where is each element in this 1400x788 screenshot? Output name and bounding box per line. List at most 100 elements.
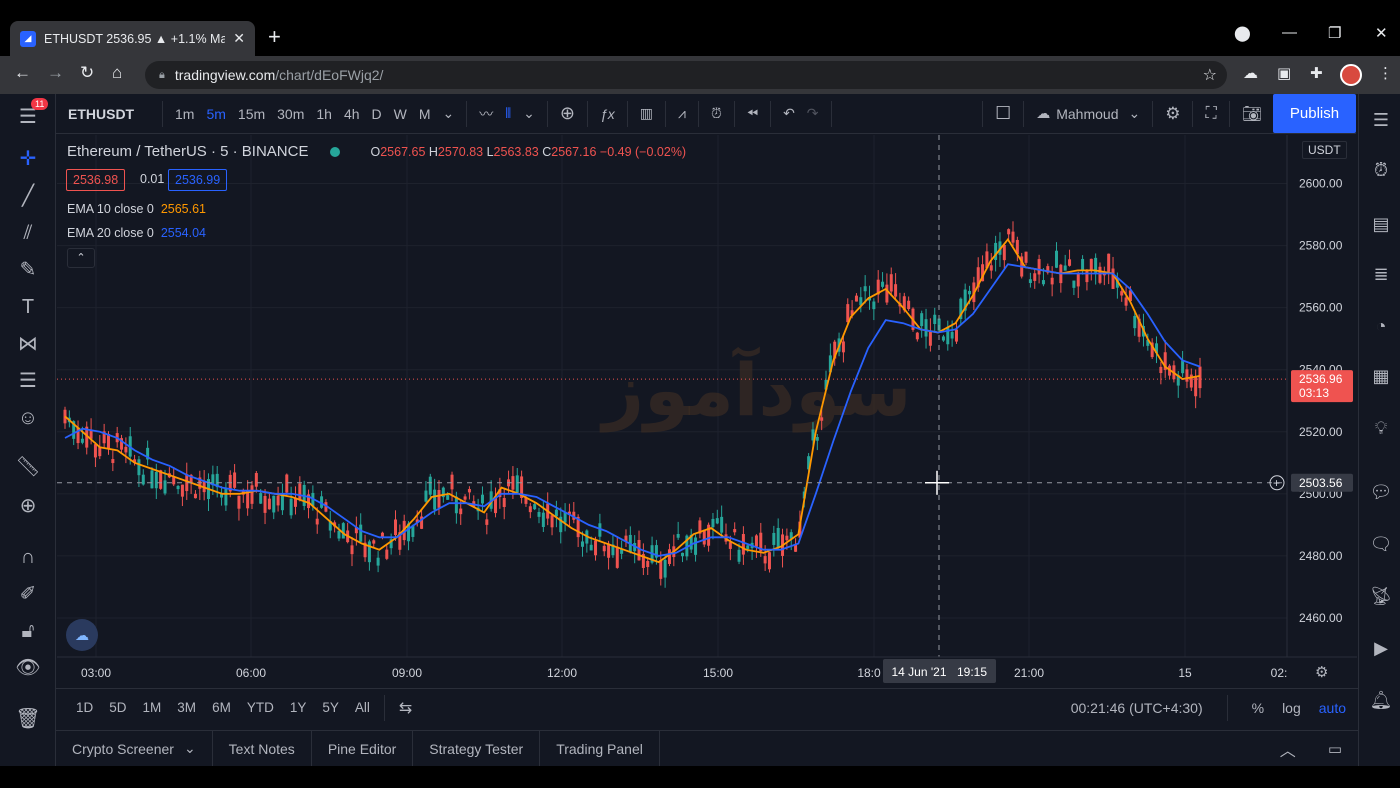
reload-icon[interactable]: ↻	[80, 63, 94, 83]
restore-icon[interactable]: ❐	[1328, 24, 1341, 42]
go-to-date-icon[interactable]: ⇆	[391, 698, 420, 718]
close-tab-icon[interactable]: ✕	[233, 30, 245, 47]
economic-calendar-icon[interactable]: ▦	[1369, 364, 1393, 388]
layout-select-icon[interactable]: ☐	[989, 94, 1017, 134]
percent-scale-toggle[interactable]: %	[1252, 700, 1264, 716]
minimize-icon[interactable]: —	[1282, 24, 1297, 41]
text-tool-icon[interactable]: T	[14, 294, 42, 320]
alerts-clock-icon[interactable]: ⏰︎	[1369, 158, 1393, 182]
ruler-icon[interactable]: 📏︎	[14, 454, 42, 480]
undo-icon[interactable]: ↶	[777, 94, 801, 134]
streams-icon[interactable]: 📡︎	[1369, 584, 1393, 608]
notifications-bell-icon[interactable]: 🔔︎	[1369, 688, 1393, 712]
log-scale-toggle[interactable]: log	[1282, 700, 1301, 716]
indicator-ema20[interactable]: EMA 20 close 0 2554.04	[67, 226, 206, 240]
range-5d[interactable]: 5D	[101, 700, 134, 715]
auto-scale-toggle[interactable]: auto	[1319, 700, 1346, 716]
range-1m[interactable]: 1M	[135, 700, 170, 715]
publish-button[interactable]: Publish	[1273, 94, 1356, 133]
close-window-icon[interactable]: ✕	[1375, 24, 1388, 42]
home-icon[interactable]: ⌂	[112, 63, 122, 83]
brush-icon[interactable]: ✎	[14, 257, 42, 283]
chart-pane[interactable]: سودآموز 2600.00 2580.00 2560.00 2540.00 2520…	[57, 135, 1357, 687]
private-chats-icon[interactable]: 🗨︎	[1369, 532, 1393, 556]
sell-button[interactable]: 2536.98	[66, 169, 126, 191]
extension-box-icon[interactable]: ▣	[1277, 64, 1291, 82]
compare-icon[interactable]: ⊕	[554, 94, 581, 134]
collapse-legend-button[interactable]: ⌃	[67, 248, 95, 268]
candles-chart-type-icon[interactable]: ⫴	[499, 94, 517, 134]
new-tab-icon[interactable]: +	[268, 26, 281, 48]
alert-icon[interactable]: ⏰︎	[705, 94, 728, 134]
interval-1h[interactable]: 1h	[310, 94, 338, 134]
interval-w[interactable]: W	[388, 94, 413, 134]
trend-line-icon[interactable]: ╱	[14, 183, 42, 209]
replay-icon[interactable]: ⏪︎	[741, 94, 764, 134]
interval-d[interactable]: D	[366, 94, 388, 134]
address-bar[interactable]: 🔒︎ tradingview.com/chart/dEoFWjq2/ ☆	[145, 61, 1227, 89]
interval-1m[interactable]: 1m	[169, 94, 200, 134]
candlestick-chart[interactable]: سودآموز 2600.002580.002560.002540.002520…	[57, 135, 1357, 687]
tab-text-notes[interactable]: Text Notes	[213, 730, 312, 767]
interval-m[interactable]: M	[413, 94, 437, 134]
range-1d[interactable]: 1D	[68, 700, 101, 715]
range-5y[interactable]: 5Y	[314, 700, 347, 715]
tab-trading-panel[interactable]: Trading Panel	[540, 730, 660, 767]
fullscreen-icon[interactable]: ⛶	[1199, 94, 1222, 134]
chart-type-dropdown-icon[interactable]: ⌄	[517, 94, 541, 134]
timezone-clock[interactable]: 00:21:46 (UTC+4:30)	[1071, 700, 1203, 716]
tab-crypto-screener[interactable]: Crypto Screener ⌄	[56, 730, 213, 767]
redo-icon[interactable]: ↷	[801, 94, 825, 134]
ideas-lightbulb-icon[interactable]: 💡︎	[1369, 416, 1393, 440]
hotlists-icon[interactable]: ≣	[1369, 262, 1393, 286]
extension-cloud-icon[interactable]: ☁	[1243, 64, 1258, 82]
settings-gear-icon[interactable]: ⚙	[1159, 94, 1186, 134]
tab-strategy-tester[interactable]: Strategy Tester	[413, 730, 541, 767]
tab-pine-editor[interactable]: Pine Editor	[312, 730, 414, 767]
fib-retracement-icon[interactable]: ⫽	[14, 220, 42, 246]
browser-tab[interactable]: ◢ ETHUSDT 2536.95 ▲ +1.1% Mah ✕	[10, 21, 255, 56]
back-icon[interactable]: ←	[14, 63, 31, 83]
lock-drawings-pencil-icon[interactable]: ✐	[14, 581, 42, 607]
range-1y[interactable]: 1Y	[282, 700, 315, 715]
pattern-icon[interactable]: ⋈	[14, 331, 42, 357]
range-all[interactable]: All	[347, 700, 378, 715]
browser-menu-icon[interactable]: ⋮	[1378, 64, 1393, 82]
snapshot-camera-icon[interactable]: 📷︎	[1236, 94, 1268, 134]
tradingview-logo-icon[interactable]: ☁	[66, 619, 98, 651]
currency-label[interactable]: USDT	[1302, 141, 1347, 159]
lock-icon[interactable]: 🔓︎	[14, 618, 42, 644]
crosshair-icon[interactable]: ✛	[14, 146, 42, 172]
bookmark-star-icon[interactable]: ☆	[1203, 65, 1217, 85]
eye-icon[interactable]: 👁︎	[14, 655, 42, 681]
collapse-panel-chevron-up-icon[interactable]: ︿	[1264, 731, 1312, 767]
extensions-puzzle-icon[interactable]: ✚	[1310, 64, 1323, 82]
interval-4h[interactable]: 4h	[338, 94, 366, 134]
maximize-panel-icon[interactable]: ▭	[1312, 731, 1358, 767]
profile-avatar[interactable]	[1340, 64, 1362, 86]
indicators-fx-icon[interactable]: ƒx	[594, 94, 621, 134]
data-window-icon[interactable]: ▤	[1369, 212, 1393, 236]
chats-icon[interactable]: 💬︎	[1369, 480, 1393, 504]
save-layout-button[interactable]: ☁ Mahmoud ⌄	[1030, 94, 1146, 134]
watchlist-icon[interactable]: ☰	[1369, 108, 1393, 132]
symbol-title[interactable]: Ethereum / TetherUS · 5 · BINANCE	[67, 143, 308, 160]
trash-icon[interactable]: 🗑︎	[14, 706, 42, 732]
calendar-pie-icon[interactable]: ◔	[1369, 314, 1393, 338]
line-chart-icon[interactable]: 〰	[473, 94, 499, 134]
symbol-search-button[interactable]: ETHUSDT	[56, 94, 156, 134]
live-stream-icon[interactable]: ▶	[1369, 636, 1393, 660]
templates-icon[interactable]: ⩘	[672, 94, 692, 134]
range-6m[interactable]: 6M	[204, 700, 239, 715]
financials-icon[interactable]: ▥	[634, 94, 659, 134]
profile-download-icon[interactable]: ⬤	[1234, 24, 1251, 42]
range-ytd[interactable]: YTD	[239, 700, 282, 715]
interval-5m[interactable]: 5m	[200, 94, 231, 134]
buy-button[interactable]: 2536.99	[168, 169, 228, 191]
interval-dropdown-icon[interactable]: ⌄	[437, 94, 461, 134]
indicator-ema10[interactable]: EMA 10 close 0 2565.61	[67, 202, 206, 216]
range-3m[interactable]: 3M	[169, 700, 204, 715]
prediction-icon[interactable]: ☰	[14, 368, 42, 394]
zoom-in-icon[interactable]: ⊕	[14, 493, 42, 519]
emoji-icon[interactable]: ☺	[14, 405, 42, 431]
